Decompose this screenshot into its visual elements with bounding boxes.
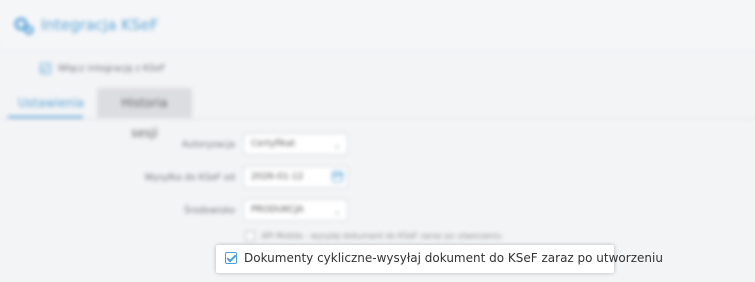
background-settings-panel: Integracja KSeF Włącz integrację z KSeF … bbox=[0, 0, 755, 282]
calendar-icon[interactable] bbox=[332, 171, 343, 182]
tab-bar: Ustawienia Historia sesji bbox=[0, 88, 755, 140]
environment-label: Środowisko bbox=[184, 206, 235, 216]
authorization-value: Certyfikat bbox=[251, 139, 296, 149]
page-header: Integracja KSeF bbox=[0, 0, 755, 51]
tab-settings[interactable]: Ustawienia bbox=[8, 88, 84, 118]
send-from-value: 2026-01-12 bbox=[251, 172, 304, 182]
chevron-down-icon: ⌄ bbox=[333, 141, 341, 151]
mobile-option-checkbox[interactable]: APi Mobile - wysyłaj dokument do KSeF za… bbox=[245, 231, 502, 241]
send-from-label: Wysyłka do KSeF od bbox=[144, 173, 235, 183]
checkbox-icon bbox=[245, 231, 255, 241]
checkbox-checked-icon[interactable] bbox=[225, 252, 237, 264]
recurring-documents-label: Dokumenty cykliczne-wysyłaj dokument do … bbox=[244, 251, 663, 265]
chevron-down-icon: ⌄ bbox=[333, 207, 341, 217]
authorization-select[interactable]: Certyfikat ⌄ bbox=[243, 133, 348, 155]
authorization-label: Autoryzacja bbox=[181, 140, 235, 150]
mobile-option-label: APi Mobile - wysyłaj dokument do KSeF za… bbox=[261, 231, 502, 241]
send-from-date-input[interactable]: 2026-01-12 bbox=[243, 166, 348, 188]
environment-select[interactable]: PRODUKCJA ⌄ bbox=[243, 199, 348, 221]
enable-ksef-label: Włącz integrację z KSeF bbox=[57, 64, 166, 74]
enable-ksef-checkbox[interactable]: Włącz integrację z KSeF bbox=[40, 63, 165, 74]
tab-session-history[interactable]: Historia sesji bbox=[97, 88, 192, 140]
checkbox-icon bbox=[40, 63, 51, 74]
recurring-documents-option[interactable]: Dokumenty cykliczne-wysyłaj dokument do … bbox=[216, 245, 663, 273]
gears-icon bbox=[14, 17, 34, 35]
page-title: Integracja KSeF bbox=[41, 16, 159, 34]
environment-value: PRODUKCJA bbox=[251, 205, 304, 215]
